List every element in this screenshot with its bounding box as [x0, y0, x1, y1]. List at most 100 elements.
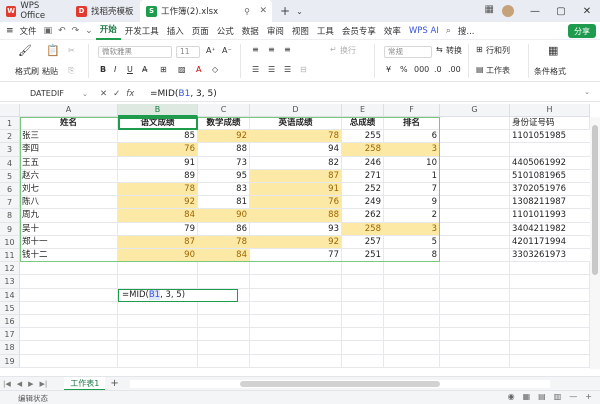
avatar[interactable]: [502, 5, 514, 17]
score-cell[interactable]: 88: [250, 209, 342, 223]
empty-cell[interactable]: [384, 328, 440, 342]
score-cell[interactable]: 10: [384, 156, 440, 170]
score-cell[interactable]: 271: [342, 169, 384, 183]
empty-cell[interactable]: [510, 301, 590, 315]
scroll-thumb[interactable]: [240, 381, 440, 387]
last-sheet-icon[interactable]: ▶|: [37, 380, 51, 388]
empty-cell[interactable]: [510, 288, 590, 302]
zoom-out-icon[interactable]: —: [569, 392, 577, 401]
score-cell[interactable]: 78: [118, 183, 198, 197]
score-cell[interactable]: 5: [384, 235, 440, 249]
score-cell[interactable]: 93: [250, 222, 342, 236]
empty-cell[interactable]: [342, 288, 384, 302]
score-cell[interactable]: [440, 156, 510, 170]
vertical-scrollbar[interactable]: [590, 117, 600, 369]
menu-file[interactable]: 文件: [16, 25, 41, 37]
name-cell[interactable]: 吴十: [20, 222, 118, 236]
menu-item-page[interactable]: 页面: [188, 25, 213, 37]
row-header-5[interactable]: 5: [0, 169, 20, 183]
empty-cell[interactable]: [510, 354, 590, 368]
empty-cell[interactable]: [250, 354, 342, 368]
score-cell[interactable]: [440, 169, 510, 183]
score-cell[interactable]: [440, 235, 510, 249]
score-cell[interactable]: 77: [250, 249, 342, 263]
empty-cell[interactable]: [384, 354, 440, 368]
empty-cell[interactable]: [250, 328, 342, 342]
empty-cell[interactable]: [342, 262, 384, 276]
tab-wps-office[interactable]: W WPS Office: [0, 0, 70, 22]
row-header-15[interactable]: 15: [0, 301, 20, 315]
empty-cell[interactable]: [440, 328, 510, 342]
new-tab-button[interactable]: +: [280, 4, 290, 18]
empty-cell[interactable]: [440, 315, 510, 329]
column-header-d[interactable]: D: [250, 104, 342, 117]
row-header-18[interactable]: 18: [0, 341, 20, 355]
empty-cell[interactable]: [342, 275, 384, 289]
empty-cell[interactable]: [384, 301, 440, 315]
score-cell[interactable]: 251: [342, 249, 384, 263]
id-cell[interactable]: 4201171994: [510, 236, 590, 249]
search-icon[interactable]: ⌕: [443, 26, 454, 36]
table-header-cell[interactable]: 排名: [384, 117, 440, 131]
table-header-cell[interactable]: 数学成绩: [198, 117, 250, 131]
menu-icon[interactable]: ≡: [6, 26, 14, 36]
column-header-b[interactable]: B: [118, 104, 198, 117]
row-header-11[interactable]: 11: [0, 249, 20, 263]
name-cell[interactable]: 钱十二: [20, 249, 118, 263]
row-header-16[interactable]: 16: [0, 315, 20, 329]
align-top-icon[interactable]: ≡: [252, 45, 259, 54]
save-icon[interactable]: ▣: [41, 26, 56, 36]
row-header-10[interactable]: 10: [0, 235, 20, 249]
empty-cell[interactable]: [20, 315, 118, 329]
undo-icon[interactable]: ↶: [55, 26, 69, 36]
column-header-e[interactable]: E: [342, 104, 384, 117]
name-cell[interactable]: 李四: [20, 143, 118, 157]
score-cell[interactable]: 79: [118, 222, 198, 236]
score-cell[interactable]: 84: [118, 209, 198, 223]
menu-item-insert[interactable]: 插入: [163, 25, 188, 37]
row-header-8[interactable]: 8: [0, 209, 20, 223]
score-cell[interactable]: 258: [342, 222, 384, 236]
decrease-font-icon[interactable]: A⁻: [222, 46, 232, 55]
sheet-tab-1[interactable]: 工作表1: [64, 376, 106, 391]
score-cell[interactable]: [440, 196, 510, 210]
normal-view-icon[interactable]: ▦: [523, 392, 531, 401]
score-cell[interactable]: 8: [384, 249, 440, 263]
border-icon[interactable]: ⊞: [160, 65, 167, 74]
score-cell[interactable]: 86: [198, 222, 250, 236]
id-cell[interactable]: 5101081965: [510, 170, 590, 183]
id-cell[interactable]: 1101011993: [510, 209, 590, 223]
id-cell[interactable]: 1308211987: [510, 196, 590, 210]
column-header-c[interactable]: C: [198, 104, 250, 117]
score-cell[interactable]: 1: [384, 169, 440, 183]
empty-cell[interactable]: [118, 341, 198, 355]
table-header-cell[interactable]: 语文成绩: [118, 117, 198, 131]
paste-label[interactable]: 粘贴: [42, 66, 58, 77]
pin-icon[interactable]: ⚲: [244, 7, 250, 16]
empty-cell[interactable]: [440, 262, 510, 276]
score-cell[interactable]: 246: [342, 156, 384, 170]
empty-cell[interactable]: [198, 315, 250, 329]
empty-cell[interactable]: [510, 341, 590, 355]
redo-icon[interactable]: ↷: [69, 26, 83, 36]
rows-cols-label[interactable]: 行和列: [486, 45, 510, 56]
score-cell[interactable]: 78: [198, 235, 250, 249]
row-header-13[interactable]: 13: [0, 275, 20, 289]
score-cell[interactable]: 92: [250, 235, 342, 249]
name-cell[interactable]: 王五: [20, 156, 118, 170]
name-cell[interactable]: 刘七: [20, 183, 118, 197]
decimal-increase-icon[interactable]: .0: [434, 65, 442, 74]
wps-ai-button[interactable]: WPS AI: [405, 26, 443, 36]
empty-cell[interactable]: [342, 315, 384, 329]
menu-item-member[interactable]: 会员专享: [338, 25, 380, 37]
empty-cell[interactable]: [20, 301, 118, 315]
number-format-select[interactable]: 常规: [384, 46, 432, 58]
empty-cell[interactable]: [20, 328, 118, 342]
empty-cell[interactable]: [198, 328, 250, 342]
maximize-icon[interactable]: ▢: [548, 6, 574, 17]
empty-cell[interactable]: [20, 341, 118, 355]
score-cell[interactable]: 252: [342, 183, 384, 197]
fx-icon[interactable]: fx: [126, 87, 134, 101]
font-size-select[interactable]: 11: [176, 46, 200, 58]
chevron-down-icon[interactable]: ⌄: [82, 26, 96, 36]
